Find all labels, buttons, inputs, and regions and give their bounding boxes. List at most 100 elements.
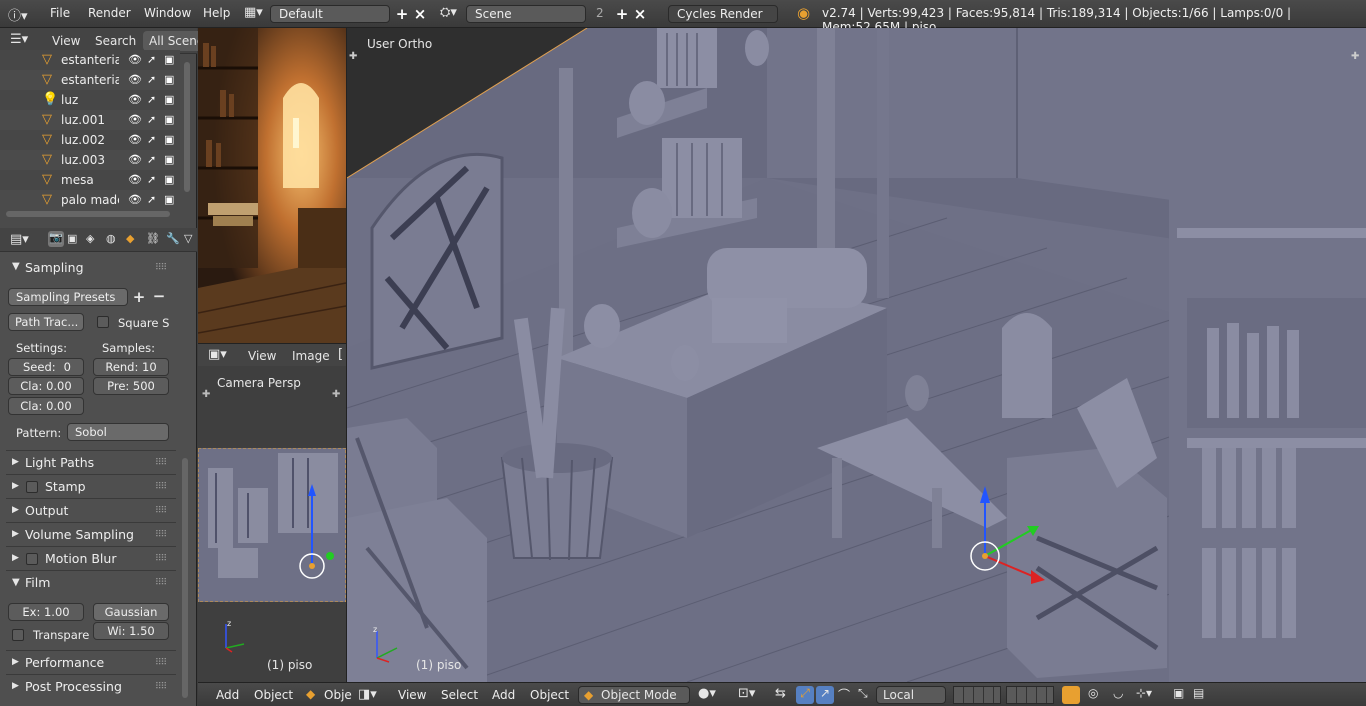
motion-blur-expand-icon[interactable]: ▶ (12, 553, 19, 563)
render-tab-icon[interactable]: 📷 (48, 231, 64, 247)
viewport-menu-object[interactable]: Object (530, 688, 569, 702)
stamp-expand-icon[interactable]: ▶ (12, 481, 19, 491)
menu-window[interactable]: Window (144, 6, 191, 20)
proportional-edit-icon[interactable]: ◎ (1088, 686, 1098, 700)
renderable-camera-icon[interactable]: ▣ (164, 53, 174, 66)
stamp-checkbox[interactable] (26, 481, 38, 493)
outliner-row[interactable]: ▽ estanteria.0 👁 ➚ ▣ (0, 70, 180, 90)
scene-icon[interactable]: ⛭▾ (440, 5, 457, 20)
preview-samples-field[interactable]: Pre: 500 (93, 377, 169, 395)
remove-scene-button[interactable]: × (631, 5, 649, 23)
renderable-camera-icon[interactable]: ▣ (164, 133, 174, 146)
camera-view[interactable]: Camera Persp ✚ ✚ z (1) piso (198, 366, 346, 682)
volume-expand-icon[interactable]: ▶ (12, 529, 19, 539)
selectable-cursor-icon[interactable]: ➚ (147, 133, 156, 146)
outliner-row[interactable]: 💡 luz 👁 ➚ ▣ (0, 90, 180, 110)
motion-blur-checkbox[interactable] (26, 553, 38, 565)
renderable-camera-icon[interactable]: ▣ (164, 173, 174, 186)
outliner-row[interactable]: ▽ luz.001 👁 ➚ ▣ (0, 110, 180, 130)
outliner-row-name[interactable]: luz (61, 93, 119, 107)
world-tab-icon[interactable]: ◍ (106, 232, 116, 245)
stamp-panel-title[interactable]: Stamp (45, 479, 86, 494)
layer-buttons-2[interactable] (1006, 686, 1054, 704)
viewport-properties-toggle[interactable]: ✚ (1351, 51, 1359, 62)
pivot-point-icon[interactable]: ⊡▾ (738, 686, 755, 701)
selectable-cursor-icon[interactable]: ➚ (147, 93, 156, 106)
scene-field[interactable]: Scene (466, 5, 586, 23)
sampling-presets-select[interactable]: Sampling Presets (8, 288, 128, 306)
manipulator-translate-icon[interactable]: ⤢ (796, 686, 814, 704)
render-layers-tab-icon[interactable]: ▣ (67, 232, 77, 245)
scene-tab-icon[interactable]: ◈ (86, 232, 94, 245)
pattern-select[interactable]: Sobol (67, 423, 169, 441)
manipulator-scale-icon[interactable]: ⤡ (858, 686, 868, 701)
performance-expand-icon[interactable]: ▶ (12, 657, 19, 667)
selectable-cursor-icon[interactable]: ➚ (147, 193, 156, 206)
image-menu-image[interactable]: Image (292, 349, 330, 363)
outliner-row[interactable]: ▽ luz.003 👁 ➚ ▣ (0, 150, 180, 170)
menu-file[interactable]: File (50, 6, 70, 20)
visibility-eye-icon[interactable]: 👁 (128, 73, 142, 86)
image-browse-icon[interactable]: [ (338, 347, 343, 362)
lock-layers-icon[interactable] (1062, 686, 1080, 704)
outliner-row[interactable]: ▽ mesa 👁 ➚ ▣ (0, 170, 180, 190)
film-grip[interactable]: ⠿⠿ (155, 578, 167, 588)
outliner-row[interactable]: ▽ luz.002 👁 ➚ ▣ (0, 130, 180, 150)
outliner-row-name[interactable]: luz.003 (61, 153, 119, 167)
menu-help[interactable]: Help (203, 6, 230, 20)
seed-field[interactable]: Seed: 0 (8, 358, 84, 376)
outliner-scrollbar[interactable] (184, 62, 190, 192)
modifiers-tab-icon[interactable]: 🔧 (166, 232, 180, 245)
sampling-grip[interactable]: ⠿⠿ (155, 263, 167, 273)
post-processing-grip[interactable]: ⠿⠿ (155, 682, 167, 692)
outliner-menu-search[interactable]: Search (95, 34, 136, 48)
selectable-cursor-icon[interactable]: ➚ (147, 173, 156, 186)
remove-preset-button[interactable]: − (150, 288, 168, 306)
visibility-eye-icon[interactable]: 👁 (128, 53, 142, 66)
motion-blur-grip[interactable]: ⠿⠿ (155, 554, 167, 564)
renderable-camera-icon[interactable]: ▣ (164, 73, 174, 86)
viewport-menu-view[interactable]: View (398, 688, 426, 702)
sampling-panel-title[interactable]: Sampling (25, 260, 84, 275)
outliner-filter-select[interactable]: All Scenes (143, 31, 203, 51)
post-processing-expand-icon[interactable]: ▶ (12, 681, 19, 691)
performance-grip[interactable]: ⠿⠿ (155, 658, 167, 668)
info-editor-icon[interactable]: ⓘ▾ (8, 5, 28, 24)
outliner-row[interactable]: ▽ estanteria.0 👁 ➚ ▣ (0, 50, 180, 70)
integrator-select[interactable]: Path Trac... (8, 313, 84, 331)
constraints-tab-icon[interactable]: ⛓ (146, 232, 160, 245)
sampling-collapse-icon[interactable]: ▼ (12, 261, 20, 272)
render-samples-field[interactable]: Rend: 10 (93, 358, 169, 376)
visibility-eye-icon[interactable]: 👁 (128, 113, 142, 126)
film-collapse-icon[interactable]: ▼ (12, 577, 20, 588)
manipulator-rotate-icon[interactable]: ↗ (816, 686, 834, 704)
volume-panel-title[interactable]: Volume Sampling (25, 527, 134, 542)
snap-icon[interactable]: ⊹▾ (1136, 686, 1152, 700)
add-preset-button[interactable]: + (130, 288, 148, 306)
film-panel-title[interactable]: Film (25, 575, 50, 590)
camera-view-add-icon-right[interactable]: ✚ (332, 389, 340, 400)
properties-scrollbar[interactable] (182, 458, 188, 698)
remove-layout-button[interactable]: × (411, 5, 429, 23)
volume-grip[interactable]: ⠿⠿ (155, 530, 167, 540)
clamp-direct-field[interactable]: Cla: 0.00 (8, 377, 84, 395)
output-expand-icon[interactable]: ▶ (12, 505, 19, 515)
light-paths-grip[interactable]: ⠿⠿ (155, 458, 167, 468)
renderable-camera-icon[interactable]: ▣ (164, 193, 174, 206)
data-tab-icon[interactable]: ▽ (184, 232, 192, 245)
output-grip[interactable]: ⠿⠿ (155, 506, 167, 516)
transform-orientation-select[interactable]: Local (876, 686, 946, 704)
viewport-toolshelf-toggle[interactable]: ✚ (349, 51, 357, 62)
outliner-h-scrollbar[interactable] (6, 211, 170, 217)
camera-view-add-icon[interactable]: ✚ (202, 389, 210, 400)
viewport-shading-icon[interactable]: ●▾ (698, 686, 716, 701)
interaction-mode-select[interactable]: ◆ Object Mode (578, 686, 690, 704)
visibility-eye-icon[interactable]: 👁 (128, 153, 142, 166)
filter-type-select[interactable]: Gaussian (93, 603, 169, 621)
manipulator-toggle-icon[interactable]: ⇆ (775, 686, 786, 701)
menu-render[interactable]: Render (88, 6, 131, 20)
render-preview-icon[interactable]: ▣ (1173, 686, 1184, 700)
performance-panel-title[interactable]: Performance (25, 655, 104, 670)
renderable-camera-icon[interactable]: ▣ (164, 93, 174, 106)
image-editor-type-icon[interactable]: ▣▾ (208, 347, 227, 362)
